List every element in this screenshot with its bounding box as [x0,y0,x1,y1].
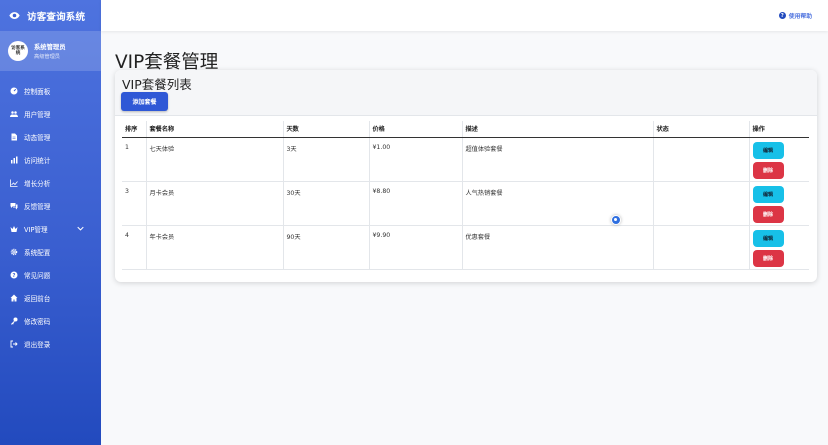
sidebar-item-label: 返回前台 [24,294,51,303]
svg-text:?: ? [13,272,16,278]
user-role: 高级管理员 [34,54,60,60]
chevron-down-icon [77,226,84,231]
package-table: 排序 套餐名称 天数 价格 描述 状态 操作 1 七天体验 3天 ¥1.00 超… [122,121,809,270]
cell-actions: 编辑 删除 [749,137,809,182]
sidebar-item-vip[interactable]: VIP管理 [0,217,101,240]
cell-actions: 编辑 删除 [749,225,809,270]
column-header-price[interactable]: 价格 [369,121,463,138]
cell-description: 优惠套餐 [462,225,654,270]
app-title: 访客查询系统 [27,11,86,23]
column-header-days[interactable]: 天数 [283,121,370,138]
column-header-description[interactable]: 描述 [462,121,654,138]
gear-icon [10,248,18,256]
key-icon [10,317,18,325]
file-icon [10,133,18,141]
sidebar-item-label: 系统配置 [24,248,51,257]
avatar: 访客系统 [8,41,28,61]
table-row: 1 七天体验 3天 ¥1.00 超值体验套餐 编辑 删除 [122,137,809,182]
sidebar-nav: 控制面板 用户管理 动态管理 访问统计 增长分析 反馈管理 VIP管理 系统配置… [0,79,101,355]
chat-bubble-icon[interactable] [611,215,621,225]
users-icon [10,110,18,118]
column-header-name[interactable]: 套餐名称 [146,121,284,138]
table-row: 3 月卡会员 30天 ¥8.80 人气热销套餐 编辑 删除 [122,181,809,226]
cell-description: 超值体验套餐 [462,137,654,182]
sidebar-item-label: 反馈管理 [24,202,51,211]
question-icon: ? [10,271,18,279]
sidebar-item-dashboard[interactable]: 控制面板 [0,79,101,102]
sidebar-item-label: 修改密码 [24,317,51,326]
user-panel: 访客系统 系统管理员 高级管理员 [0,31,101,71]
help-label: 使用帮助 [788,14,812,20]
table-header-row: 排序 套餐名称 天数 价格 描述 状态 操作 [122,121,809,138]
sidebar-item-logout[interactable]: 退出登录 [0,332,101,355]
delete-button[interactable]: 删除 [752,249,784,267]
add-package-button[interactable]: 添加套餐 [121,92,168,111]
sidebar-item-label: 增长分析 [24,179,51,188]
line-chart-icon [10,179,18,187]
cell-days: 30天 [283,181,370,226]
sidebar-item-home[interactable]: 返回前台 [0,286,101,309]
sidebar-item-label: 动态管理 [24,133,51,142]
help-link[interactable]: ? 使用帮助 [778,11,812,20]
bar-chart-icon [10,156,18,164]
delete-button[interactable]: 删除 [752,205,784,223]
sidebar-item-label: VIP管理 [24,225,48,234]
sidebar-item-label: 退出登录 [24,340,51,349]
sidebar-item-label: 控制面板 [24,87,51,96]
question-icon: ? [778,12,786,19]
cell-name: 年卡会员 [146,225,284,270]
edit-button[interactable]: 编辑 [752,185,784,203]
cell-status [653,137,750,182]
sidebar-item-posts[interactable]: 动态管理 [0,125,101,148]
card-title: VIP套餐列表 [122,77,192,92]
cell-actions: 编辑 删除 [749,181,809,226]
sidebar-item-growth[interactable]: 增长分析 [0,171,101,194]
cell-status [653,181,750,226]
sidebar-item-config[interactable]: 系统配置 [0,240,101,263]
sidebar: 访客查询系统 访客系统 系统管理员 高级管理员 控制面板 用户管理 动态管理 访… [0,0,101,445]
cell-days: 90天 [283,225,370,270]
brand[interactable]: 访客查询系统 [0,0,101,31]
eye-icon [9,12,20,19]
card-header: VIP套餐列表 添加套餐 [115,70,817,116]
sidebar-item-faq[interactable]: ? 常见问题 [0,263,101,286]
cell-description: 人气热销套餐 [462,181,654,226]
cell-price: ¥8.80 [369,181,463,226]
table-row: 4 年卡会员 90天 ¥9.90 优惠套餐 编辑 删除 [122,225,809,270]
cell-order: 4 [122,225,147,270]
crown-icon [10,225,18,233]
vip-package-card: VIP套餐列表 添加套餐 排序 套餐名称 天数 价格 描述 状态 操作 1 七天… [115,70,817,282]
cell-name: 月卡会员 [146,181,284,226]
cell-order: 1 [122,137,147,182]
column-header-order[interactable]: 排序 [122,121,147,138]
home-icon [10,294,18,302]
sidebar-item-password[interactable]: 修改密码 [0,309,101,332]
sidebar-item-label: 访问统计 [24,156,51,165]
sidebar-item-stats[interactable]: 访问统计 [0,148,101,171]
logout-icon [10,340,18,348]
dashboard-icon [10,87,18,95]
sidebar-item-label: 常见问题 [24,271,51,280]
cell-price: ¥1.00 [369,137,463,182]
comments-icon [10,202,18,210]
sidebar-item-label: 用户管理 [24,110,51,119]
column-header-actions: 操作 [749,121,809,138]
cell-status [653,225,750,270]
sidebar-item-feedback[interactable]: 反馈管理 [0,194,101,217]
topbar: ? 使用帮助 [101,0,828,31]
user-name: 系统管理员 [34,44,66,51]
edit-button[interactable]: 编辑 [752,229,784,247]
delete-button[interactable]: 删除 [752,161,784,179]
cell-days: 3天 [283,137,370,182]
cell-order: 3 [122,181,147,226]
sidebar-item-users[interactable]: 用户管理 [0,102,101,125]
cell-name: 七天体验 [146,137,284,182]
cell-price: ¥9.90 [369,225,463,270]
edit-button[interactable]: 编辑 [752,141,784,159]
column-header-status[interactable]: 状态 [653,121,750,138]
